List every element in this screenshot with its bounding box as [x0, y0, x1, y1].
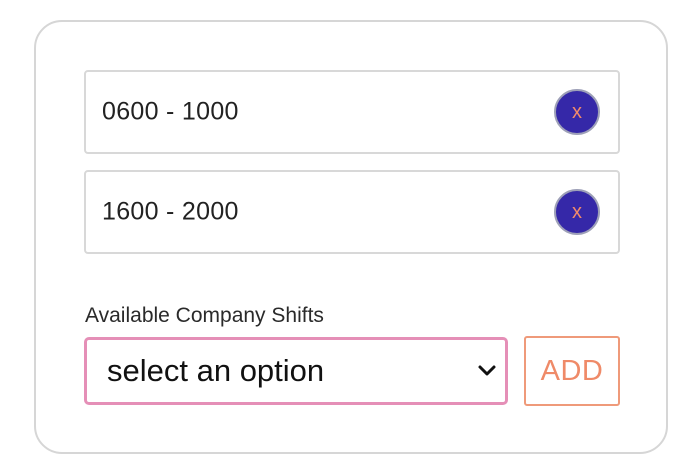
- select-value: select an option: [107, 353, 325, 388]
- shift-item: 1600 - 2000 x: [84, 170, 620, 254]
- available-shifts-label: Available Company Shifts: [85, 304, 324, 327]
- remove-shift-button[interactable]: x: [554, 89, 600, 135]
- shift-label: 1600 - 2000: [102, 197, 239, 226]
- shift-select[interactable]: select an option: [84, 337, 508, 405]
- chevron-down-icon: [478, 365, 496, 376]
- shift-item: 0600 - 1000 x: [84, 70, 620, 154]
- add-shift-button[interactable]: ADD: [524, 336, 620, 406]
- shift-label: 0600 - 1000: [102, 97, 239, 126]
- remove-shift-button[interactable]: x: [554, 189, 600, 235]
